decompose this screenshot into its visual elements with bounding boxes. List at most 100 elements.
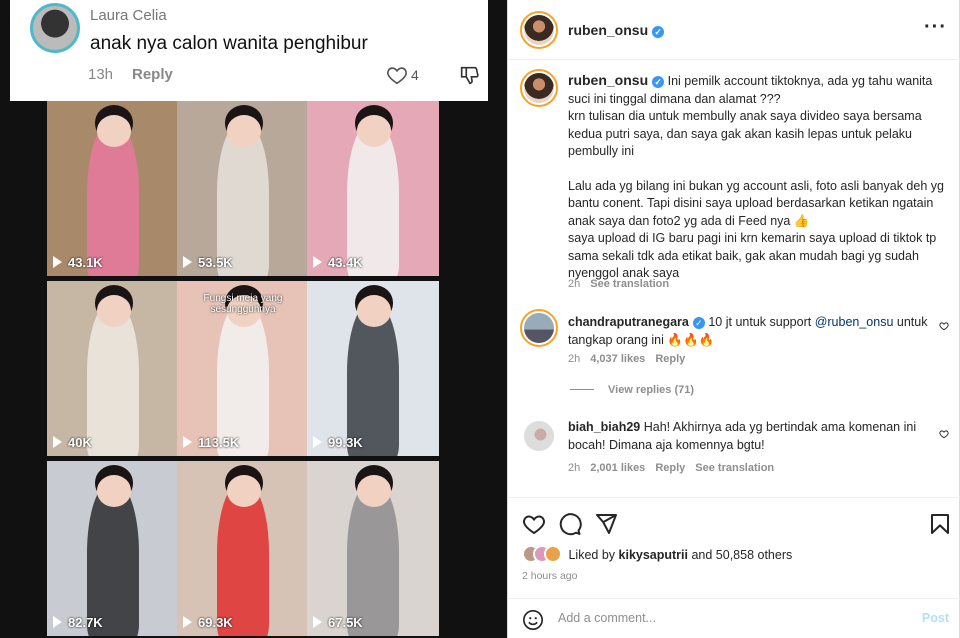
more-horizontal-icon[interactable]: ··· <box>924 16 947 39</box>
view-count-value: 53.5K <box>198 255 233 270</box>
view-replies-link[interactable]: View replies (71) <box>570 384 694 396</box>
post-header: ruben_onsu ✓ ··· <box>508 0 960 60</box>
video-tile[interactable]: 69.3K <box>177 461 309 636</box>
verified-badge-icon: ✓ <box>652 26 665 38</box>
video-tile[interactable]: 82.7K <box>47 461 179 636</box>
comment-meta: 2h 4,037 likes Reply <box>568 353 685 365</box>
reply-button[interactable]: Reply <box>132 66 173 83</box>
add-comment-input[interactable]: Add a comment... <box>558 611 656 625</box>
play-icon <box>53 436 62 448</box>
video-thumbnail-head <box>357 295 392 327</box>
post-time: 2 hours ago <box>522 570 578 582</box>
video-caption: Fungsi meja yang sesungguhnya <box>203 293 283 315</box>
instagram-post-panel: ruben_onsu ✓ ··· ruben_onsu ✓ Ini pemilk a… <box>507 0 960 638</box>
comment-author[interactable]: biah_biah29 <box>568 420 640 434</box>
caption-author[interactable]: ruben_onsu ✓ <box>568 72 665 88</box>
post-author[interactable]: ruben_onsu ✓ <box>568 22 665 38</box>
emoji-icon[interactable] <box>522 609 544 631</box>
comment-time: 13h <box>88 66 114 83</box>
comment-likes-count: 4 <box>411 67 419 83</box>
video-tile[interactable]: Fungsi meja yang sesungguhnya 113.5K <box>177 281 309 456</box>
caption-paragraph: Lalu ada yg bilang ini bukan yg account … <box>568 178 944 228</box>
reply-button[interactable]: Reply <box>655 462 685 474</box>
view-count-value: 113.5K <box>198 435 240 450</box>
view-count-value: 40K <box>68 435 92 450</box>
comment-time: 2h <box>568 462 581 474</box>
view-count-value: 69.3K <box>198 615 233 630</box>
see-translation-link[interactable]: See translation <box>590 278 669 290</box>
dislike-icon[interactable] <box>458 64 480 86</box>
view-count: 67.5K <box>313 615 363 630</box>
comment-icon[interactable] <box>558 512 582 536</box>
heart-icon[interactable] <box>939 321 949 331</box>
video-thumbnail-head <box>357 115 392 147</box>
heart-icon[interactable] <box>386 64 408 86</box>
video-thumbnail-head <box>97 475 132 507</box>
play-icon <box>53 616 62 628</box>
view-count-value: 43.1K <box>68 255 103 270</box>
caption-meta: 2h See translation <box>568 278 669 290</box>
commenter-avatar <box>30 3 80 53</box>
play-icon <box>183 616 192 628</box>
view-count: 82.7K <box>53 615 103 630</box>
liked-by-user[interactable]: kikysaputrii <box>619 548 688 562</box>
caption-paragraph: saya upload di IG baru pagi ini krn kema… <box>568 231 937 280</box>
video-tile[interactable]: 67.5K <box>307 461 439 636</box>
comment-meta: 2h 2,001 likes Reply See translation <box>568 462 774 474</box>
comment-likes[interactable]: 4,037 likes <box>590 353 645 365</box>
video-thumbnail-head <box>227 115 262 147</box>
comment-text: chandraputranegara ✓ 10 jt untuk support … <box>568 313 938 349</box>
avatar[interactable] <box>524 15 554 45</box>
reply-button[interactable]: Reply <box>655 353 685 365</box>
comment-author[interactable]: chandraputranegara <box>568 315 689 329</box>
comment-text: biah_biah29 Hah! Akhirnya ada yg bertind… <box>568 418 938 454</box>
see-translation-link[interactable]: See translation <box>695 462 774 474</box>
video-grid: 43.1K 53.5K 43.4K 40K Fungsi meja yang sesun… <box>47 101 439 638</box>
video-tile[interactable]: 43.4K <box>307 101 439 276</box>
view-count-value: 67.5K <box>328 615 363 630</box>
video-thumbnail-head <box>97 115 132 147</box>
view-count: 113.5K <box>183 435 239 450</box>
video-tile[interactable]: 99.3K <box>307 281 439 456</box>
caption-author-name[interactable]: ruben_onsu <box>568 72 648 88</box>
video-thumbnail-head <box>227 475 262 507</box>
view-count-value: 43.4K <box>328 255 363 270</box>
avatar <box>544 545 562 563</box>
post-actions: Liked by kikysaputrii and 50,858 others … <box>508 497 960 638</box>
view-count: 99.3K <box>313 435 363 450</box>
view-count: 43.1K <box>53 255 103 270</box>
liked-by-count[interactable]: and 50,858 others <box>688 548 792 562</box>
liked-by-prefix: Liked by <box>568 548 619 562</box>
verified-badge-icon: ✓ <box>652 76 665 88</box>
video-tile[interactable]: 53.5K <box>177 101 309 276</box>
tiktok-comment-card: Laura Celia anak nya calon wanita penghi… <box>10 0 488 101</box>
comment-body: 10 jt untuk support <box>708 315 815 329</box>
view-count: 69.3K <box>183 615 233 630</box>
video-tile[interactable]: 40K <box>47 281 179 456</box>
comment-likes[interactable]: 2,001 likes <box>590 462 645 474</box>
heart-icon[interactable] <box>939 429 949 439</box>
play-icon <box>183 436 192 448</box>
mention-link[interactable]: @ruben_onsu <box>815 315 894 329</box>
view-count: 53.5K <box>183 255 233 270</box>
comment-time: 2h <box>568 353 581 365</box>
commenter-avatar[interactable] <box>524 313 554 343</box>
view-count: 40K <box>53 435 92 450</box>
post-caption: ruben_onsu ✓ Ini pemilk account tiktoknya… <box>568 72 948 283</box>
caption-paragraph: krn tulisan dia untuk membully anak saya… <box>568 109 922 158</box>
verified-badge-icon: ✓ <box>692 317 705 329</box>
view-count-value: 82.7K <box>68 615 103 630</box>
video-thumbnail-head <box>357 475 392 507</box>
commenter-name: Laura Celia <box>90 7 167 24</box>
post-author-name[interactable]: ruben_onsu <box>568 22 648 38</box>
play-icon <box>313 616 322 628</box>
video-thumbnail-head <box>97 295 132 327</box>
bookmark-icon[interactable] <box>928 512 952 536</box>
video-tile[interactable]: 43.1K <box>47 101 179 276</box>
commenter-avatar[interactable] <box>524 421 554 451</box>
play-icon <box>313 256 322 268</box>
share-icon[interactable] <box>594 512 618 536</box>
heart-icon[interactable] <box>522 512 546 536</box>
caption-avatar[interactable] <box>524 73 554 103</box>
post-button[interactable]: Post <box>922 611 949 625</box>
